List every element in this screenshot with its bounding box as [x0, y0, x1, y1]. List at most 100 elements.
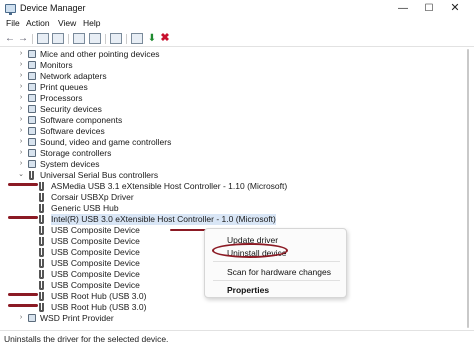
expand-chevron-icon[interactable]: › — [17, 115, 25, 125]
tree-category-label: System devices — [40, 159, 100, 169]
help-icon[interactable] — [73, 33, 85, 44]
show-hide-console-tree-icon[interactable] — [37, 33, 49, 44]
tree-category-label: WSD Print Provider — [40, 313, 114, 323]
menu-view[interactable]: View — [58, 18, 76, 28]
security-device-icon — [28, 105, 36, 113]
software-device-icon — [28, 127, 36, 135]
tree-device[interactable]: Corsair USBXp Driver — [0, 192, 460, 203]
expand-chevron-icon[interactable]: › — [17, 313, 25, 323]
software-component-icon — [28, 116, 36, 124]
tree-device[interactable]: ASMedia USB 3.1 eXtensible Host Controll… — [0, 181, 460, 192]
tree-device-label: Generic USB Hub — [51, 203, 119, 213]
uninstall-icon[interactable]: ✖ — [159, 33, 171, 44]
monitor-icon[interactable] — [110, 33, 122, 44]
view-icon[interactable] — [89, 33, 101, 44]
tree-category[interactable]: › Software components — [0, 115, 460, 126]
system-device-icon — [28, 160, 36, 168]
properties-icon[interactable] — [52, 33, 64, 44]
tree-category[interactable]: › Network adapters — [0, 71, 460, 82]
menu-properties[interactable]: Properties — [227, 285, 269, 295]
tree-category-label: Monitors — [40, 60, 73, 70]
tree-device-label: USB Composite Device — [51, 225, 140, 235]
expand-chevron-icon[interactable]: › — [17, 137, 25, 147]
mouse-icon — [28, 50, 36, 58]
expand-chevron-icon[interactable]: › — [17, 82, 25, 92]
tree-category-usb[interactable]: ⌄ Universal Serial Bus controllers — [0, 170, 460, 181]
collapse-chevron-icon[interactable]: ⌄ — [17, 170, 25, 180]
vertical-scrollbar[interactable] — [462, 47, 474, 330]
tree-device-label: USB Composite Device — [51, 269, 140, 279]
usb-icon — [39, 182, 44, 191]
usb-icon — [39, 193, 44, 202]
toolbar-separator — [105, 34, 106, 44]
tree-category[interactable]: › Mice and other pointing devices — [0, 49, 460, 60]
device-manager-icon — [5, 4, 16, 15]
expand-chevron-icon[interactable]: › — [17, 104, 25, 114]
minimize-button[interactable]: — — [392, 0, 414, 18]
toolbar-separator — [32, 34, 33, 44]
maximize-button[interactable]: ☐ — [418, 0, 440, 18]
expand-chevron-icon[interactable]: › — [17, 71, 25, 81]
status-text: Uninstalls the driver for the selected d… — [4, 334, 169, 344]
expand-chevron-icon[interactable]: › — [17, 126, 25, 136]
annotation-circle — [212, 243, 288, 258]
menu-help[interactable]: Help — [83, 18, 100, 28]
scrollbar-thumb[interactable] — [467, 49, 469, 328]
tree-category[interactable]: › Print queues — [0, 82, 460, 93]
tree-device-label: USB Composite Device — [51, 280, 140, 290]
tree-device-label: USB Root Hub (USB 3.0) — [51, 291, 147, 301]
monitor-icon — [28, 61, 36, 69]
usb-icon — [39, 292, 44, 301]
usb-icon — [39, 270, 44, 279]
tree-category[interactable]: › Sound, video and game controllers — [0, 137, 460, 148]
tree-device-label: USB Composite Device — [51, 258, 140, 268]
expand-chevron-icon[interactable]: › — [17, 49, 25, 59]
tree-device-label: Intel(R) USB 3.0 eXtensible Host Control… — [51, 214, 276, 225]
tree-category-label: Network adapters — [40, 71, 107, 81]
menu-separator — [213, 261, 340, 262]
tree-device-label: Corsair USBXp Driver — [51, 192, 134, 202]
back-button[interactable]: ← — [4, 33, 16, 44]
tree-category-label: Software components — [40, 115, 123, 125]
usb-icon — [29, 171, 34, 180]
tree-category[interactable]: › Processors — [0, 93, 460, 104]
toolbar: ← → ⬇ ✖ — [0, 31, 474, 47]
usb-icon — [39, 237, 44, 246]
title-bar: Device Manager — ☐ ✕ — [0, 0, 474, 18]
tree-category-label: Sound, video and game controllers — [40, 137, 172, 147]
tree-category[interactable]: › WSD Print Provider — [0, 313, 460, 324]
close-button[interactable]: ✕ — [444, 0, 466, 18]
expand-chevron-icon[interactable]: › — [17, 148, 25, 158]
storage-controller-icon — [28, 149, 36, 157]
annotation-underline — [8, 304, 38, 307]
menu-action[interactable]: Action — [26, 18, 50, 28]
menu-scan-hardware[interactable]: Scan for hardware changes — [227, 267, 331, 277]
tree-device-label: USB Root Hub (USB 3.0) — [51, 302, 147, 312]
toolbar-separator — [126, 34, 127, 44]
tree-category-label: Software devices — [40, 126, 105, 136]
usb-icon — [39, 259, 44, 268]
annotation-underline — [8, 293, 38, 296]
tree-category-label: Security devices — [40, 104, 102, 114]
tree-category[interactable]: › Storage controllers — [0, 148, 460, 159]
tree-category-label: Universal Serial Bus controllers — [40, 170, 159, 180]
tree-category[interactable]: › System devices — [0, 159, 460, 170]
update-driver-icon[interactable]: ⬇ — [146, 33, 158, 44]
tree-device-label: USB Composite Device — [51, 236, 140, 246]
tree-device-label: ASMedia USB 3.1 eXtensible Host Controll… — [51, 181, 288, 191]
tree-category[interactable]: › Monitors — [0, 60, 460, 71]
expand-chevron-icon[interactable]: › — [17, 159, 25, 169]
forward-button[interactable]: → — [17, 33, 29, 44]
tree-device-selected[interactable]: Intel(R) USB 3.0 eXtensible Host Control… — [0, 214, 460, 225]
menu-file[interactable]: File — [6, 18, 20, 28]
sound-icon — [28, 138, 36, 146]
expand-chevron-icon[interactable]: › — [17, 60, 25, 70]
scan-hardware-icon[interactable] — [131, 33, 143, 44]
usb-icon — [39, 204, 44, 213]
tree-category[interactable]: › Security devices — [0, 104, 460, 115]
processor-icon — [28, 94, 36, 102]
tree-device[interactable]: USB Root Hub (USB 3.0) — [0, 302, 460, 313]
tree-device[interactable]: Generic USB Hub — [0, 203, 460, 214]
expand-chevron-icon[interactable]: › — [17, 93, 25, 103]
tree-category[interactable]: › Software devices — [0, 126, 460, 137]
